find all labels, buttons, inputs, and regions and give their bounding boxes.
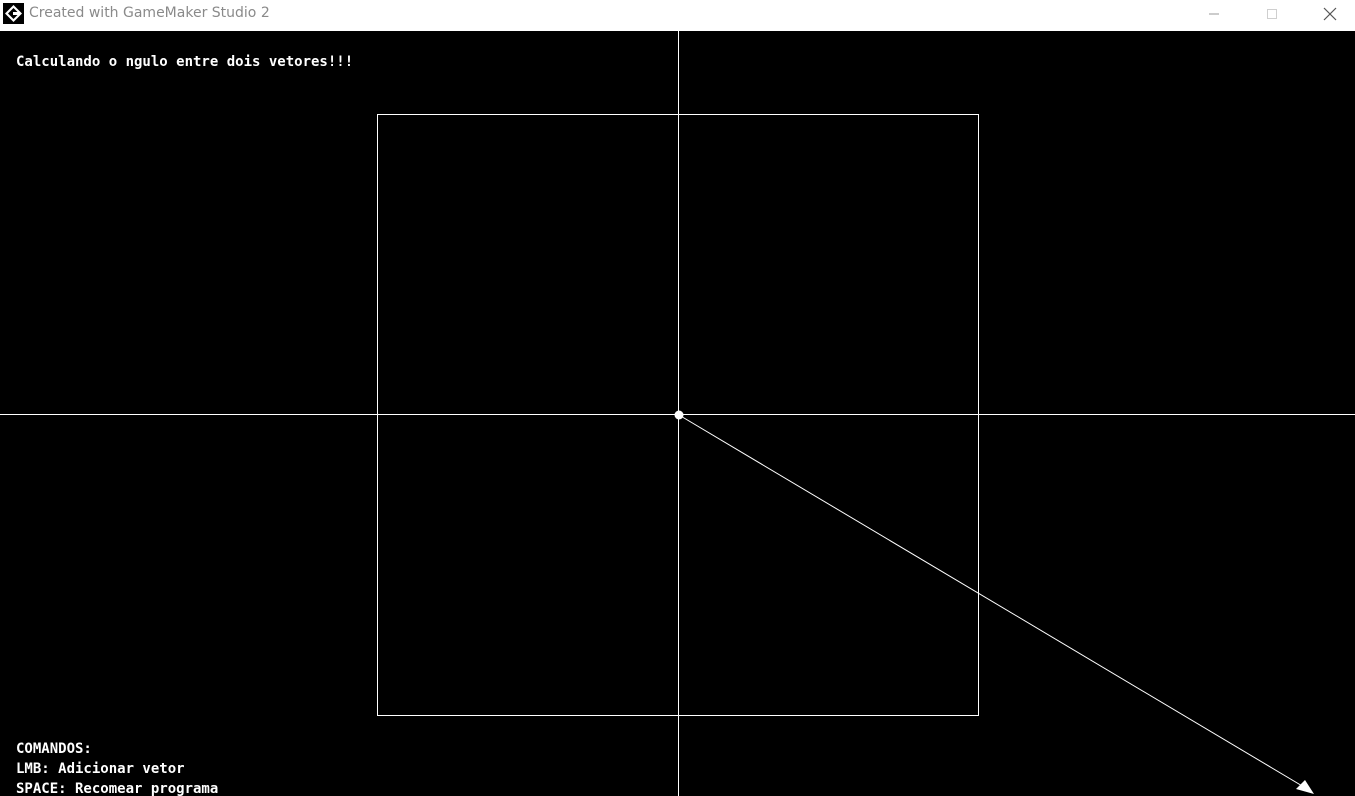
origin-point [674,410,684,420]
command-restart: SPACE: Recomear programa [16,781,219,796]
maximize-icon [1267,9,1277,19]
gamemaker-icon [3,3,24,24]
vector-arrowhead [1296,780,1314,794]
close-button[interactable] [1301,0,1355,28]
game-window: Created with GameMaker Studio 2 Calculan… [0,0,1355,796]
command-add-vector: LMB: Adicionar vetor [16,761,185,777]
game-canvas[interactable]: Calculando o ngulo entre dois vetores!!!… [0,31,1355,796]
title-bar[interactable]: Created with GameMaker Studio 2 [0,0,1355,31]
commands-panel: COMANDOS: LMB: Adicionar vetor SPACE: Re… [16,739,218,796]
window-title: Created with GameMaker Studio 2 [29,5,270,21]
minimize-icon [1209,13,1219,15]
heading-text: Calculando o ngulo entre dois vetores!!! [16,54,354,70]
vector-plot [0,31,1355,796]
commands-title: COMANDOS: [16,741,92,757]
vector-line [678,414,1310,791]
maximize-button[interactable] [1243,0,1301,28]
close-icon [1323,7,1337,21]
minimize-button[interactable] [1185,0,1243,28]
